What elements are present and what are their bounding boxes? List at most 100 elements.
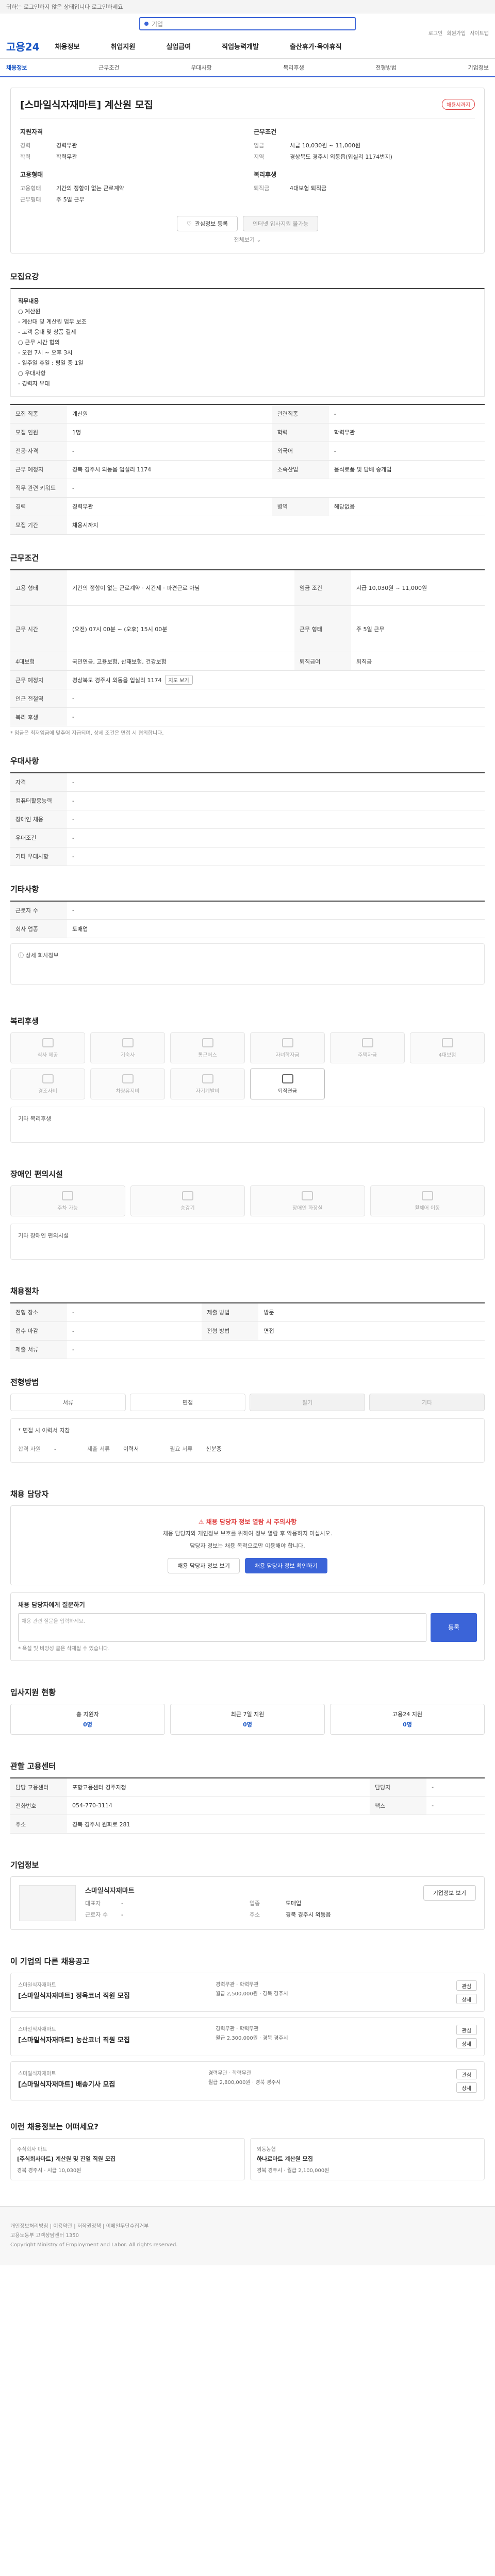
kv-label: 지역 xyxy=(254,154,265,160)
tab-welfare[interactable]: 복리후생 xyxy=(283,63,304,72)
sitemap-link[interactable]: 사이트맵 xyxy=(470,29,489,37)
view-all-link[interactable]: 전체보기 ⌄ xyxy=(20,235,475,244)
map-button[interactable]: 지도 보기 xyxy=(164,675,193,685)
table-row: 우대조건 - xyxy=(10,828,485,848)
recommend-company: 주식회사 마트 xyxy=(17,2147,47,2153)
job-meta: 경력무관 · 학력무관 xyxy=(208,2071,252,2076)
contact-line: 채용 담당자와 개인정보 보호를 위하여 정보 열람 후 악용하지 마십시오. xyxy=(162,1530,333,1537)
interest-button[interactable]: 관심 xyxy=(456,1980,477,1991)
cell-value: - xyxy=(67,773,485,792)
benefit-caption: 복리후생 xyxy=(254,171,277,178)
tab-jobinfo[interactable]: 채용정보 xyxy=(6,63,27,72)
kv-value: 신분증 xyxy=(206,1445,222,1452)
cell-value: - xyxy=(426,1796,485,1815)
detail-button[interactable]: 상세 xyxy=(456,2082,477,2093)
welfare-item: 통근버스 xyxy=(170,1032,245,1063)
menu-item-training[interactable]: 직업능력개발 xyxy=(222,41,259,51)
gift-icon xyxy=(42,1074,54,1083)
book-icon xyxy=(202,1074,213,1083)
status-label: 최근 7일 지원 xyxy=(230,1710,265,1718)
menu-item-unemployment[interactable]: 실업급여 xyxy=(166,41,191,51)
tab-company[interactable]: 기업정보 xyxy=(468,63,488,72)
search-placeholder: 기업 xyxy=(152,20,163,28)
apply-status-section: 입사지원 현황 총 지원자 0명 최근 7일 지원 0명 고용24 지원 0명 xyxy=(10,1687,485,1735)
cell-label: 모집 직종 xyxy=(10,404,67,423)
kv-label: 업종 xyxy=(249,1900,260,1907)
cell-value: - xyxy=(67,1340,485,1359)
inquiry-note: * 욕설 및 비방성 글은 삭제될 수 있습니다. xyxy=(18,1646,110,1652)
table-row: 기타 우대사항 - xyxy=(10,847,485,866)
table-row: 근로자 수- xyxy=(10,901,485,920)
welfare-grid: 식사 제공 기숙사 통근버스 자녀학자금 주택자금 4대보험 경조사비 차량유지… xyxy=(10,1032,485,1099)
recommend-card[interactable]: 외동농협 하나로마트 계산원 모집 경북 경주시 · 월급 2,100,000원 xyxy=(250,2138,485,2180)
signup-link[interactable]: 회원가입 xyxy=(447,29,466,37)
footer-links[interactable]: 개인정보처리방침 | 이용약관 | 저작권정책 | 이메일무단수집거부 xyxy=(10,2222,485,2231)
kv-value: - xyxy=(121,1900,123,1907)
list-item[interactable]: 스마일식자재마트 [스마일식자재마트] 정육코너 직원 모집 경력무관 · 학력무… xyxy=(10,1973,485,2012)
etc-title: 기타사항 xyxy=(10,884,39,894)
site-logo[interactable]: 고용24 xyxy=(6,39,40,54)
cell-label: 우대조건 xyxy=(10,828,67,848)
company-info-button[interactable]: 기업정보 보기 xyxy=(423,1885,476,1901)
cell-label: 관련직종 xyxy=(272,404,329,423)
cell-value: 경상북도 경주시 외동읍 입실리 1174 xyxy=(72,677,162,684)
conditions-note: * 임금은 최저임금에 맞추어 지급되며, 상세 조건은 면접 시 협의합니다. xyxy=(10,731,164,736)
cell-value: - xyxy=(67,707,485,726)
recommend-job-title[interactable]: [주식회사마트] 계산원 및 진열 직원 모집 xyxy=(17,2155,238,2163)
recommend-card[interactable]: 주식회사 마트 [주식회사마트] 계산원 및 진열 직원 모집 경북 경주시 ·… xyxy=(10,2138,245,2180)
tab-preference[interactable]: 우대사항 xyxy=(191,63,211,72)
job-item-title[interactable]: [스마일식자재마트] 정육코너 직원 모집 xyxy=(18,1990,130,2000)
menu-item-support[interactable]: 취업지원 xyxy=(110,41,135,51)
preference-section: 우대사항 자격 - 컴퓨터활용능력 - 장애인 채용 - 우대조건 - 기타 우대사항 - xyxy=(10,755,485,866)
kv-label: 근로자 수 xyxy=(85,1911,108,1918)
list-item[interactable]: 스마일식자재마트 [스마일식자재마트] 농산코너 직원 모집 경력무관 · 학력무… xyxy=(10,2017,485,2056)
save-interest-label: 관심정보 등록 xyxy=(194,221,228,227)
status-card: 최근 7일 지원 0명 xyxy=(170,1703,325,1735)
cell-label: 팩스 xyxy=(370,1796,427,1815)
job-company: 스마일식자재마트 xyxy=(18,1982,56,1988)
login-link[interactable]: 로그인 xyxy=(428,29,443,37)
tab-screening[interactable]: 전형방법 xyxy=(375,63,396,72)
list-item[interactable]: 스마일식자재마트 [스마일식자재마트] 배송기사 모집 경력무관 · 학력무관 월급… xyxy=(10,2061,485,2100)
menu-item-leave[interactable]: 출산휴가·육아휴직 xyxy=(290,41,342,51)
tab-conditions[interactable]: 근무조건 xyxy=(98,63,119,72)
desc-line: ○ 근무 시간 협의 xyxy=(18,339,60,346)
detail-button[interactable]: 상세 xyxy=(456,1994,477,2004)
job-item-title[interactable]: [스마일식자재마트] 농산코너 직원 모집 xyxy=(18,2035,130,2044)
job-item-title[interactable]: [스마일식자재마트] 배송기사 모집 xyxy=(18,2079,115,2089)
cell-label: 접수 마감 xyxy=(10,1321,67,1341)
menu-item-jobs[interactable]: 채용정보 xyxy=(55,41,80,51)
table-row: 담당 고용센터 포항고용센터 경주지청 담당자 - xyxy=(10,1777,485,1797)
interest-button[interactable]: 관심 xyxy=(456,2069,477,2079)
kv-value: 도매업 xyxy=(285,1900,302,1907)
house-icon xyxy=(361,1038,373,1047)
footer-contact: 고용노동부 고객상담센터 1350 xyxy=(10,2233,79,2239)
table-row: 전형 장소 - 제출 방법 방문 xyxy=(10,1303,485,1322)
table-row: 고용 형태 기간의 정함이 없는 근로계약 · 시간제 · 파견근로 아님 임금 조… xyxy=(10,569,485,606)
table-row: 컴퓨터활용능력 - xyxy=(10,791,485,810)
detail-button[interactable]: 상세 xyxy=(456,2038,477,2048)
agency-section: 관할 고용센터 담당 고용센터 포항고용센터 경주지청 담당자 - 전화번호 054-7… xyxy=(10,1760,485,1834)
status-card: 총 지원자 0명 xyxy=(10,1703,165,1735)
company-title: 기업정보 xyxy=(10,1860,39,1870)
apply-status-title: 입사지원 현황 xyxy=(10,1687,56,1697)
bus-icon xyxy=(202,1038,213,1047)
inquiry-submit-button[interactable]: 등록 xyxy=(431,1613,477,1642)
search-input[interactable]: 기업 xyxy=(139,17,356,30)
recommend-job-title[interactable]: 하나로마트 계산원 모집 xyxy=(257,2155,478,2163)
save-interest-button[interactable]: ♡ 관심정보 등록 xyxy=(176,216,238,231)
status-value: 0명 xyxy=(243,1721,252,1728)
interest-button[interactable]: 관심 xyxy=(456,2025,477,2035)
cell-label: 외국어 xyxy=(272,442,329,461)
apply-button[interactable]: 인터넷 입사지원 불가능 xyxy=(242,216,319,231)
cell-label: 소속산업 xyxy=(272,460,329,479)
search-area: 기업 xyxy=(0,13,495,34)
job-description: 직무내용 ○ 계산원 - 계산대 및 계산원 업무 보조 - 고객 응대 및 상… xyxy=(10,288,485,397)
cell-value: 국민연금, 고용보험, 산재보험, 건강보험 xyxy=(67,652,294,671)
cell-value: - xyxy=(67,828,485,848)
inquiry-textarea[interactable]: 채용 관련 질문을 입력하세요. xyxy=(18,1613,426,1642)
view-contact-button[interactable]: 채용 담당자 정보 보기 xyxy=(168,1557,240,1573)
confirm-contact-button[interactable]: 채용 담당자 정보 확인하기 xyxy=(244,1557,327,1573)
related-jobs-title: 이 기업의 다른 채용공고 xyxy=(10,1957,90,1966)
welfare-item: 주택자금 xyxy=(330,1032,405,1063)
